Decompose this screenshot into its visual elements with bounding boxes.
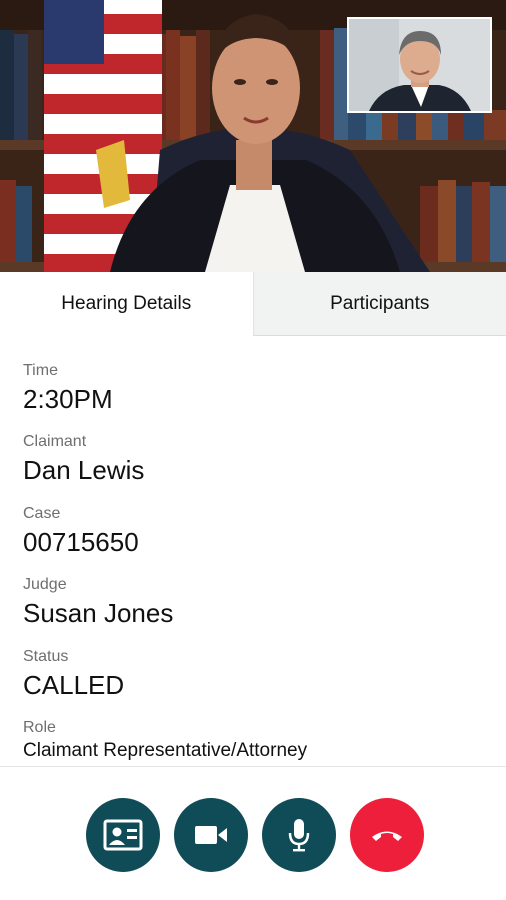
video-camera-icon: [195, 826, 227, 844]
claimant-label: Claimant: [23, 433, 87, 450]
status-label: Status: [23, 648, 69, 665]
time-label: Time: [23, 362, 58, 379]
claimant-value: Dan Lewis: [23, 455, 145, 485]
case-value: 00715650: [23, 527, 139, 557]
contact-card-button[interactable]: [86, 798, 160, 872]
role-label: Role: [23, 719, 56, 736]
tab-participants[interactable]: Participants: [252, 272, 506, 336]
status-field: Status CALLED: [23, 648, 124, 700]
time-value: 2:30PM: [23, 384, 113, 414]
end-call-button[interactable]: [350, 798, 424, 872]
case-label: Case: [23, 505, 61, 522]
role-value: Claimant Representative/Attorney: [23, 740, 308, 761]
role-field: Role Claimant Representative/Attorney: [23, 719, 307, 762]
time-field: Time 2:30PM: [23, 362, 113, 414]
judge-value: Susan Jones: [23, 598, 174, 628]
claimant-field: Claimant Dan Lewis: [23, 433, 144, 485]
toggle-microphone-button[interactable]: [262, 798, 336, 872]
judge-field: Judge Susan Jones: [23, 576, 173, 628]
self-view-video[interactable]: [347, 17, 492, 113]
toggle-video-button[interactable]: [174, 798, 248, 872]
judge-label: Judge: [23, 576, 67, 593]
self-view-image: [349, 19, 490, 111]
contact-card-icon: [103, 819, 143, 851]
main-video-feed: [0, 0, 506, 272]
case-field: Case 00715650: [23, 505, 139, 557]
call-controls: [0, 767, 506, 900]
tab-hearing-details[interactable]: Hearing Details: [0, 272, 253, 336]
microphone-icon: [288, 819, 310, 852]
hearing-details-panel: Time 2:30PM Claimant Dan Lewis Case 0071…: [0, 336, 506, 766]
status-value: CALLED: [23, 670, 125, 700]
tab-bar: Hearing Details Participants: [0, 272, 506, 336]
hang-up-icon: [372, 831, 402, 841]
